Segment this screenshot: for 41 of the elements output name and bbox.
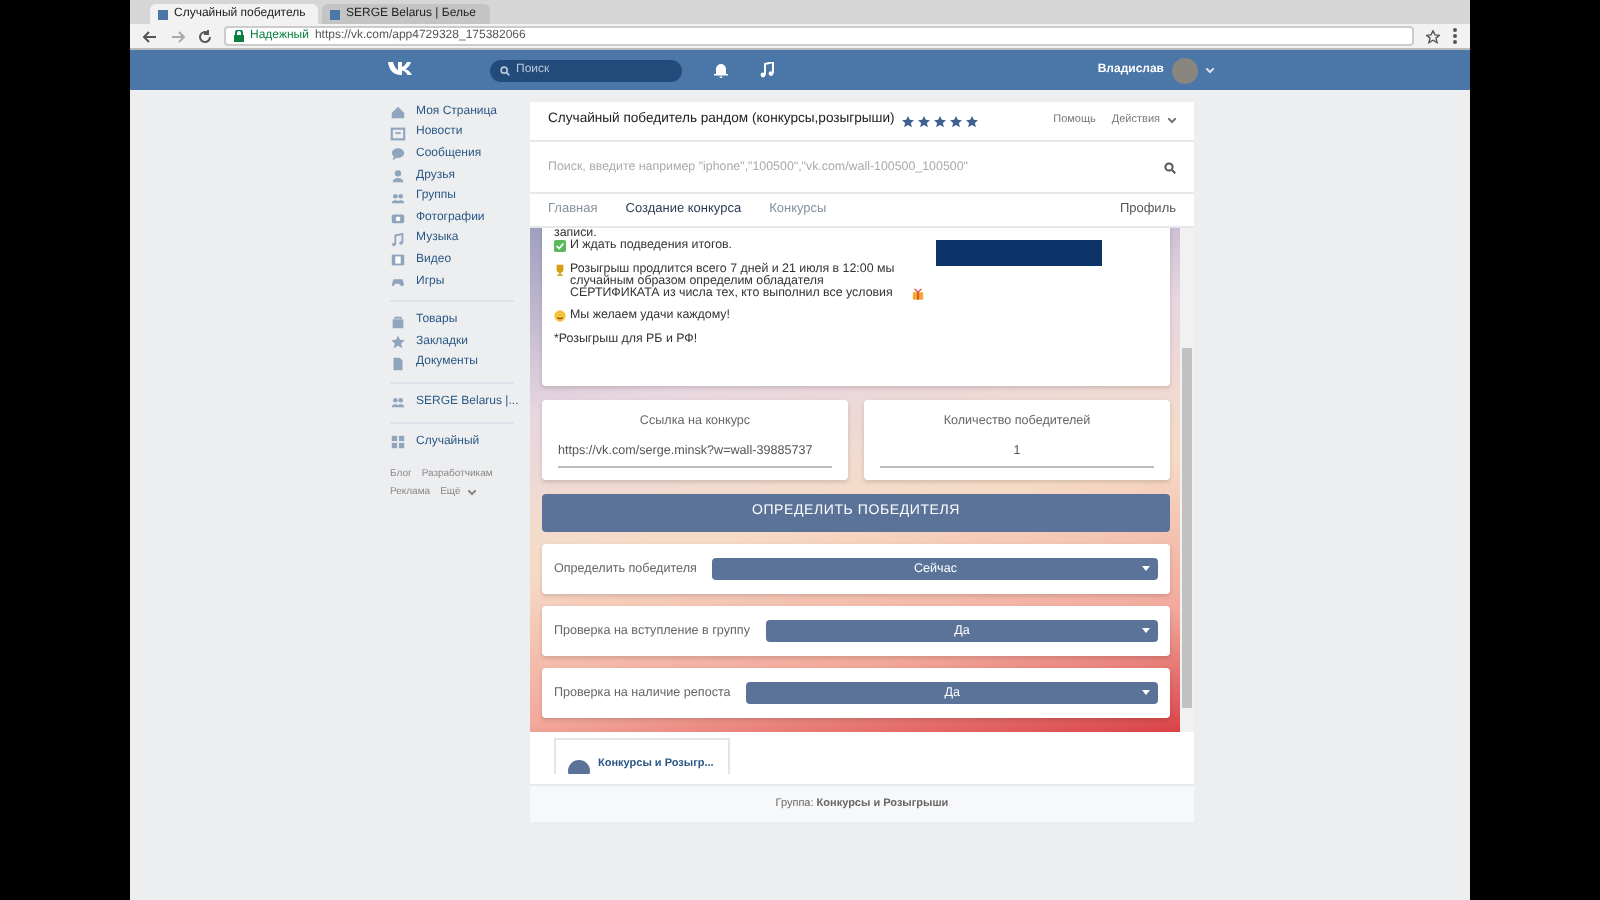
caret-icon[interactable] (468, 490, 477, 497)
star-icon (950, 115, 963, 127)
gift-icon (912, 288, 924, 301)
chat-bubble-icon (390, 146, 406, 163)
scrollbar[interactable] (1180, 228, 1194, 732)
trophy-icon (554, 263, 566, 276)
gamepad-icon (390, 274, 406, 291)
star-icon (390, 334, 406, 351)
star-icon (966, 115, 979, 127)
shopping-bag-icon (390, 313, 406, 330)
caret-icon (1168, 118, 1176, 124)
tab-favicon-icon (330, 9, 340, 19)
search-icon (500, 65, 510, 75)
vk-logo-icon[interactable] (386, 59, 414, 76)
grid-icon (390, 434, 406, 451)
back-icon[interactable] (142, 29, 158, 43)
user-icon (390, 168, 406, 185)
newspaper-icon (390, 125, 406, 142)
music-note-icon (390, 231, 406, 248)
checkbox-icon (554, 240, 566, 253)
star-icon (918, 115, 931, 127)
caret-icon (1142, 628, 1150, 634)
users-icon (390, 394, 406, 411)
reload-icon[interactable] (198, 29, 212, 43)
tab-favicon-icon (158, 9, 168, 19)
home-icon (390, 104, 406, 121)
star-icon (902, 115, 915, 127)
caret-icon (1142, 690, 1150, 696)
lock-icon (234, 30, 244, 42)
bell-icon[interactable] (714, 62, 728, 78)
document-icon (390, 355, 406, 372)
star-icon (934, 115, 947, 127)
film-icon (390, 252, 406, 269)
music-note-icon[interactable] (760, 62, 774, 78)
menu-icon[interactable] (1452, 28, 1458, 44)
users-icon (390, 189, 406, 206)
camera-icon (390, 210, 406, 227)
caret-icon (1142, 566, 1150, 572)
smiley-icon (554, 310, 566, 323)
search-icon[interactable] (1164, 161, 1176, 173)
bookmark-star-icon[interactable] (1426, 29, 1440, 43)
